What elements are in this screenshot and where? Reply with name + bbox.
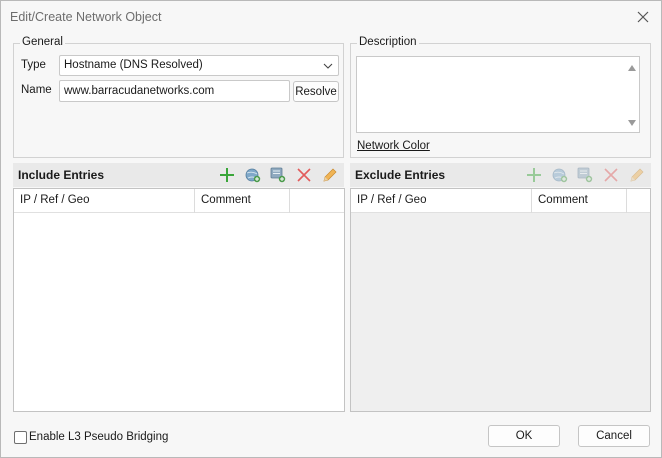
general-group: General Type Hostname (DNS Resolved) Nam… <box>13 36 344 158</box>
general-group-label: General <box>20 36 65 48</box>
plus-icon <box>527 168 541 182</box>
pencil-icon <box>323 168 337 182</box>
network-object-add-icon <box>577 167 593 183</box>
type-select-value: Hostname (DNS Resolved) <box>64 59 203 71</box>
scroll-up-icon[interactable] <box>628 65 636 71</box>
exclude-add-button[interactable] <box>525 166 543 184</box>
resolve-button-label: Resolve <box>295 85 337 98</box>
network-object-add-icon <box>270 167 286 183</box>
include-list-header: IP / Ref / Geo Comment <box>14 189 344 213</box>
network-color-link[interactable]: Network Color <box>357 140 430 152</box>
exclude-add-reference-button[interactable] <box>551 166 569 184</box>
exclude-delete-button[interactable] <box>602 166 620 184</box>
chevron-down-icon <box>323 63 333 69</box>
include-delete-button[interactable] <box>295 166 313 184</box>
include-entries-header: Include Entries <box>13 163 344 187</box>
name-input[interactable] <box>60 81 289 101</box>
include-entries-list[interactable]: IP / Ref / Geo Comment <box>13 188 345 412</box>
delete-x-icon <box>604 168 618 182</box>
title-bar: Edit/Create Network Object <box>1 1 661 33</box>
cancel-button[interactable]: Cancel <box>578 425 650 447</box>
dialog-window: Edit/Create Network Object General Type … <box>0 0 662 458</box>
include-col-ip[interactable]: IP / Ref / Geo <box>14 189 195 213</box>
include-edit-button[interactable] <box>321 166 339 184</box>
exclude-edit-button[interactable] <box>628 166 646 184</box>
type-select[interactable]: Hostname (DNS Resolved) <box>59 55 339 76</box>
pencil-icon <box>630 168 644 182</box>
close-button[interactable] <box>633 7 653 27</box>
window-title: Edit/Create Network Object <box>10 10 162 24</box>
exclude-entries-header: Exclude Entries <box>350 163 651 187</box>
type-label: Type <box>21 59 46 71</box>
exclude-col-ip[interactable]: IP / Ref / Geo <box>351 189 532 213</box>
globe-icon <box>245 168 261 183</box>
delete-x-icon <box>297 168 311 182</box>
exclude-list-header: IP / Ref / Geo Comment <box>351 189 650 213</box>
scroll-down-icon[interactable] <box>628 120 636 126</box>
exclude-entries-list[interactable]: IP / Ref / Geo Comment <box>350 188 651 412</box>
pseudo-bridging-label[interactable]: Enable L3 Pseudo Bridging <box>29 431 168 443</box>
ok-button[interactable]: OK <box>488 425 560 447</box>
ok-button-label: OK <box>515 430 533 442</box>
name-label: Name <box>21 84 52 96</box>
include-add-object-button[interactable] <box>269 166 287 184</box>
include-col-comment[interactable]: Comment <box>195 189 290 213</box>
include-add-button[interactable] <box>218 166 236 184</box>
description-textarea[interactable] <box>356 56 640 133</box>
resolve-button[interactable]: Resolve <box>293 81 339 102</box>
close-icon <box>637 11 649 23</box>
exclude-col-comment[interactable]: Comment <box>532 189 627 213</box>
name-field[interactable] <box>59 80 290 102</box>
exclude-entries-title: Exclude Entries <box>355 168 446 182</box>
description-group-label: Description <box>357 36 419 48</box>
exclude-add-object-button[interactable] <box>576 166 594 184</box>
globe-icon <box>552 168 568 183</box>
include-entries-title: Include Entries <box>18 168 105 182</box>
plus-icon <box>220 168 234 182</box>
cancel-button-label: Cancel <box>596 430 632 442</box>
include-add-reference-button[interactable] <box>244 166 262 184</box>
description-group: Description Network Color <box>350 36 651 158</box>
pseudo-bridging-checkbox[interactable] <box>14 431 27 444</box>
